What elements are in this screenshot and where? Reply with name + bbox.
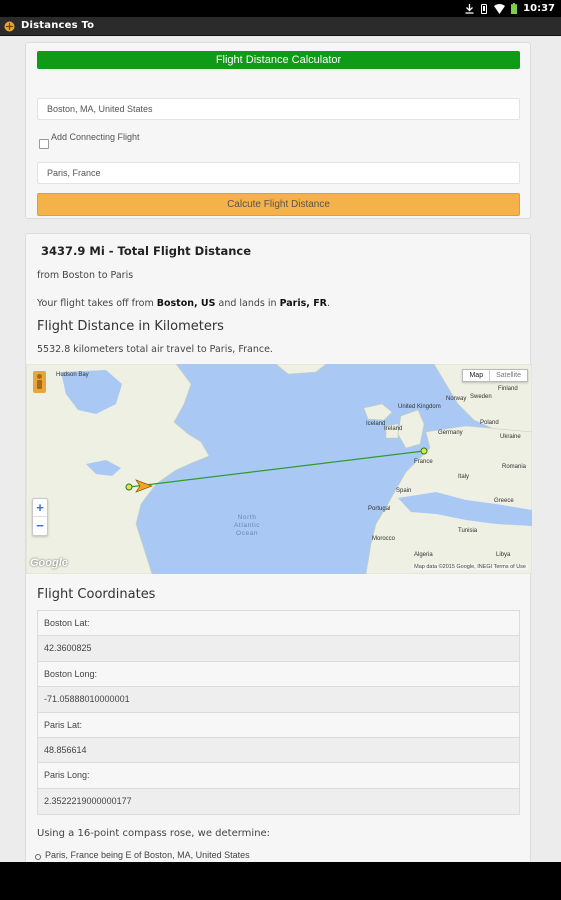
map-label: Tunisia xyxy=(458,528,478,534)
map-label: France xyxy=(414,459,433,465)
map-label: United Kingdom xyxy=(398,404,441,410)
map-label: Finland xyxy=(498,386,518,392)
map-type-satellite-button[interactable]: Satellite xyxy=(489,370,527,381)
form-header: Flight Distance Calculator xyxy=(37,51,520,69)
map-label: Greece xyxy=(494,498,514,504)
zoom-in-button[interactable]: + xyxy=(33,499,47,517)
takeoff-middle: and lands in xyxy=(215,298,280,309)
results-card: 3437.9 Mi - Total Flight Distance from B… xyxy=(25,233,532,862)
zoom-control: + − xyxy=(32,498,48,536)
table-row: Paris Lat: xyxy=(38,713,519,738)
map-label: Romania xyxy=(502,464,527,470)
table-row: Paris Long: xyxy=(38,763,519,789)
street-view-pegman[interactable] xyxy=(33,371,46,393)
map-label: Norway xyxy=(446,396,467,402)
status-icons: 10:37 xyxy=(465,2,555,15)
connecting-flight-checkbox[interactable] xyxy=(39,139,49,149)
destination-input[interactable]: Paris, France xyxy=(37,162,520,184)
download-icon xyxy=(465,3,474,14)
map-label: Sweden xyxy=(470,394,492,400)
takeoff-destination: Paris, FR xyxy=(279,298,327,309)
table-row: 2.3522219000000177 xyxy=(38,788,519,815)
map-type-control[interactable]: Map Satellite xyxy=(462,369,528,382)
map-type-map-button[interactable]: Map xyxy=(463,370,489,381)
takeoff-prefix: Your flight takes off from xyxy=(37,298,157,309)
map-label: Portugal xyxy=(368,506,391,512)
map-label: Hudson Bay xyxy=(56,372,89,378)
km-text: 5532.8 kilometers total air travel to Pa… xyxy=(37,344,273,355)
action-bar: Distances To xyxy=(0,17,561,36)
km-heading: Flight Distance in Kilometers xyxy=(37,319,224,334)
origin-input[interactable]: Boston, MA, United States xyxy=(37,98,520,120)
map-label: Poland xyxy=(480,420,499,426)
compass-list: Paris, France being E of Boston, MA, Uni… xyxy=(33,850,250,860)
ocean-label: North Atlantic Ocean xyxy=(234,514,260,538)
google-logo: Google xyxy=(30,557,68,569)
calculator-form-card: Flight Distance Calculator Boston, MA, U… xyxy=(25,42,531,219)
compass-intro: Using a 16-point compass rose, we determ… xyxy=(37,828,271,839)
map-label: Libya xyxy=(496,552,511,558)
table-row: Boston Lat: xyxy=(38,611,519,637)
takeoff-origin: Boston, US xyxy=(156,298,216,309)
map-label: Algeria xyxy=(414,552,433,558)
total-distance-value: 3437.9 Mi xyxy=(41,244,105,258)
status-time: 10:37 xyxy=(523,3,555,14)
route-summary: from Boston to Paris xyxy=(37,270,134,281)
map-label: Ireland xyxy=(384,426,403,432)
map-attribution[interactable]: Map data ©2015 Google, INEGI Terms of Us… xyxy=(412,564,528,570)
navigation-bar xyxy=(0,862,561,900)
map-label: Ukraine xyxy=(500,434,521,440)
list-item: Paris, France being E of Boston, MA, Uni… xyxy=(33,850,250,860)
map-label: Morocco xyxy=(372,536,396,542)
map-label: Italy xyxy=(458,474,470,480)
total-distance-suffix: - Total Flight Distance xyxy=(104,244,252,258)
map-label: Spain xyxy=(396,488,412,494)
table-row: 48.856614 xyxy=(38,737,519,764)
calculate-button[interactable]: Calcute Flight Distance xyxy=(37,193,520,216)
table-row: -71.05888010000001 xyxy=(38,687,519,713)
takeoff-suffix: . xyxy=(327,298,331,309)
map-label: Iceland xyxy=(366,421,386,427)
vibrate-icon xyxy=(481,3,488,14)
battery-icon xyxy=(511,3,518,14)
table-row: 42.3600825 xyxy=(38,636,519,662)
map-label: Germany xyxy=(438,430,463,436)
wifi-icon xyxy=(494,3,506,14)
ocean-label-line: Atlantic xyxy=(234,522,261,529)
status-bar: 10:37 xyxy=(0,0,561,17)
main-content: Flight Distance Calculator Boston, MA, U… xyxy=(0,36,561,862)
connecting-flight-label[interactable]: Add Connecting Flight xyxy=(51,132,140,142)
coordinates-heading: Flight Coordinates xyxy=(37,587,156,602)
zoom-out-button[interactable]: − xyxy=(33,517,47,535)
coordinates-table: Boston Lat: 42.3600825 Boston Long: -71.… xyxy=(37,610,520,816)
flight-map[interactable]: Hudson Bay Iceland Norway Sweden Finland… xyxy=(26,364,532,574)
takeoff-text: Your flight takes off from Boston, US an… xyxy=(37,298,330,309)
ocean-label-line: Ocean xyxy=(235,530,259,537)
ocean-label-line: North xyxy=(237,514,257,521)
app-title: Distances To xyxy=(21,20,95,31)
total-distance: 3437.9 Mi - Total Flight Distance xyxy=(41,244,251,258)
table-row: Boston Long: xyxy=(38,662,519,688)
app-icon[interactable] xyxy=(4,21,15,32)
